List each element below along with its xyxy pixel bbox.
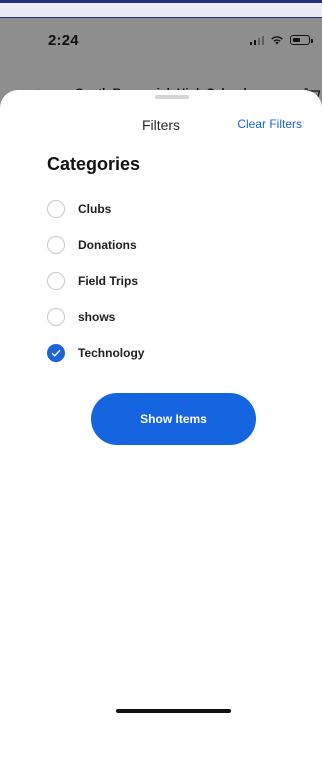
category-label: Technology [78, 346, 145, 360]
category-label: Field Trips [78, 274, 139, 288]
wifi-icon [271, 36, 283, 45]
radio-unchecked-icon[interactable] [47, 272, 65, 290]
category-item-field-trips[interactable]: Field Trips [47, 270, 277, 292]
radio-checked-icon[interactable] [47, 344, 65, 362]
battery-icon [290, 35, 313, 45]
screenshot-frame: 2:24 South Brunswick High School [0, 0, 322, 765]
clear-filters-button[interactable]: Clear Filters [237, 117, 302, 131]
category-label: Clubs [78, 202, 112, 216]
signal-icon [249, 35, 264, 45]
category-label: Donations [78, 238, 137, 252]
phone-screen: 2:24 South Brunswick High School [0, 18, 322, 718]
status-bar: 2:24 [0, 18, 322, 62]
sheet-header: Filters Clear Filters [0, 90, 322, 140]
checkmark-icon [51, 349, 61, 357]
radio-unchecked-icon[interactable] [47, 308, 65, 326]
filters-sheet: Filters Clear Filters Categories Clubs D… [0, 90, 322, 718]
categories-heading: Categories [47, 154, 141, 174]
battery-level [292, 37, 301, 42]
status-icons [249, 35, 313, 45]
radio-unchecked-icon[interactable] [47, 236, 65, 254]
category-item-donations[interactable]: Donations [47, 234, 277, 256]
category-item-shows[interactable]: shows [47, 306, 277, 328]
window-top-border [0, 0, 322, 18]
home-indicator[interactable] [116, 709, 231, 713]
category-label: shows [78, 310, 116, 324]
status-time: 2:24 [48, 32, 79, 49]
category-item-clubs[interactable]: Clubs [47, 198, 277, 220]
show-items-button[interactable]: Show Items [91, 393, 256, 445]
category-item-technology[interactable]: Technology [47, 342, 277, 364]
radio-unchecked-icon[interactable] [47, 200, 65, 218]
